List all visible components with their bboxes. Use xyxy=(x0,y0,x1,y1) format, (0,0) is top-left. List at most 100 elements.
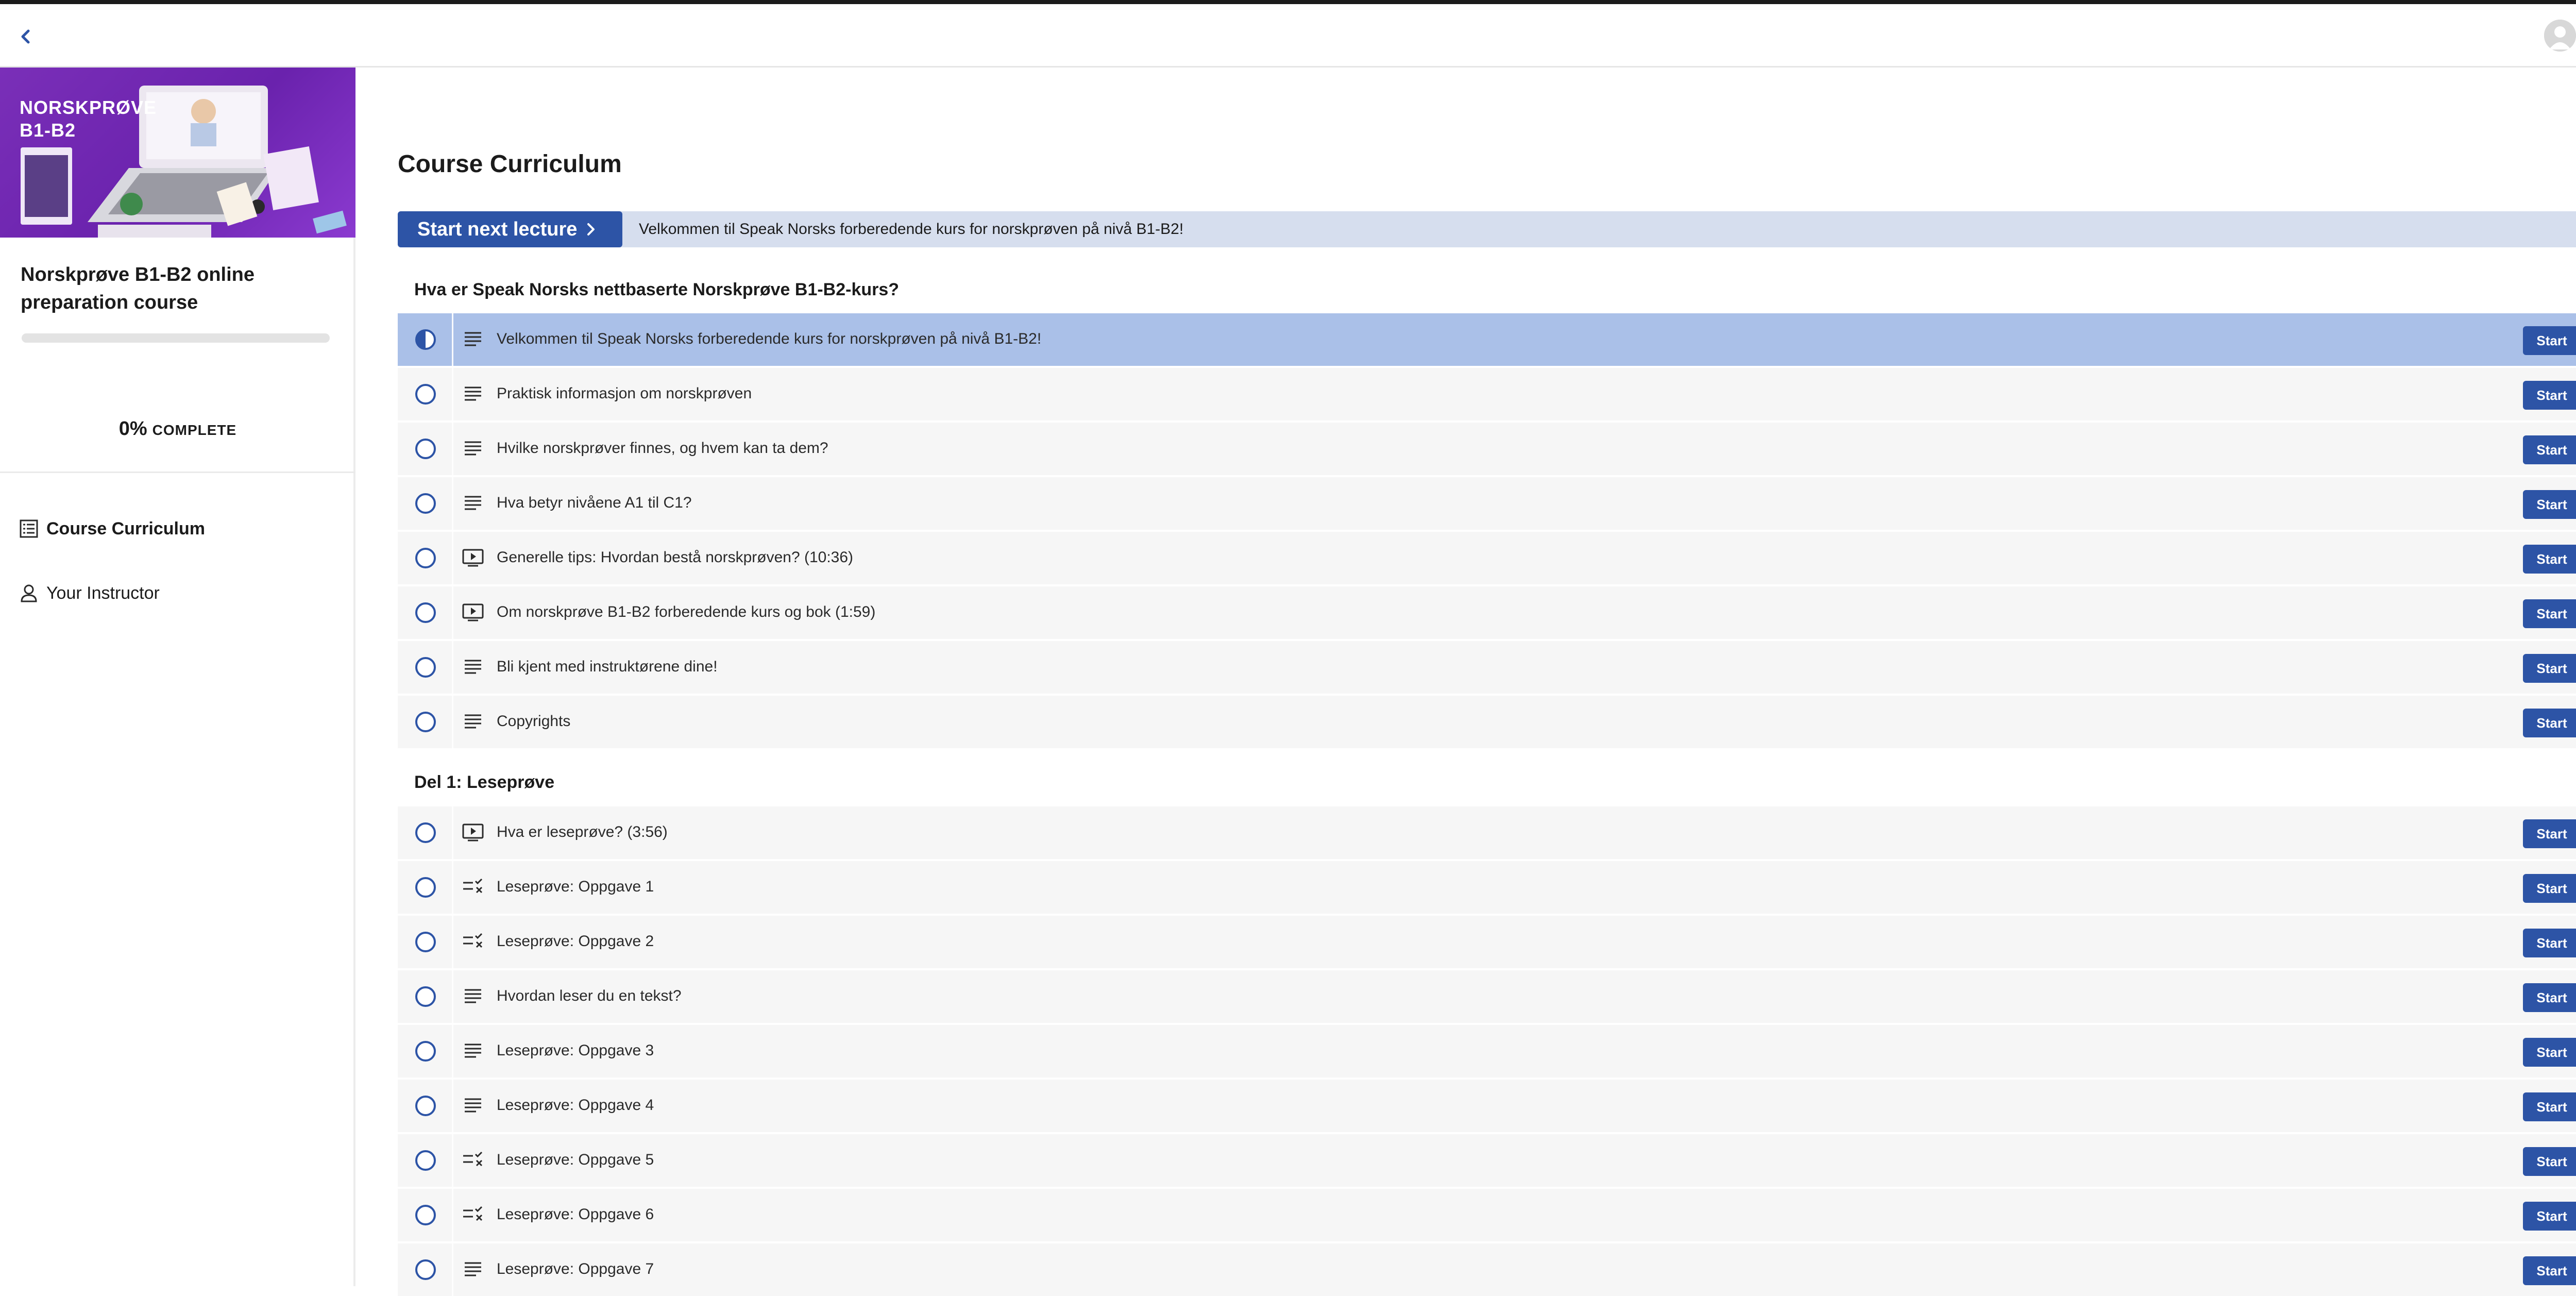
lecture-title: Leseprøve: Oppgave 3 xyxy=(497,1042,654,1059)
lecture-row[interactable]: Leseprøve: Oppgave 6 Start xyxy=(398,1189,2576,1241)
lecture-title: Om norskprøve B1-B2 forberedende kurs og… xyxy=(497,603,876,620)
row-separator xyxy=(452,1243,453,1296)
row-separator xyxy=(452,313,453,366)
lecture-title: Hvordan leser du en tekst? xyxy=(497,987,682,1004)
lecture-row[interactable]: Velkommen til Speak Norsks forberedende … xyxy=(398,313,2576,366)
status-not-started-icon xyxy=(415,439,436,459)
row-separator xyxy=(452,970,453,1023)
lecture-title: Copyrights xyxy=(497,713,571,730)
lecture-row[interactable]: Leseprøve: Oppgave 3 Start xyxy=(398,1025,2576,1078)
lecture-row[interactable]: Praktisk informasjon om norskprøven Start xyxy=(398,368,2576,420)
text-lecture-icon xyxy=(465,989,481,1003)
row-separator xyxy=(452,1080,453,1132)
lecture-title: Leseprøve: Oppgave 1 xyxy=(497,878,654,895)
status-not-started-icon xyxy=(415,1041,436,1062)
status-not-started-icon xyxy=(415,822,436,843)
lecture-row[interactable]: Leseprøve: Oppgave 5 Start xyxy=(398,1134,2576,1187)
sidebar-item-your-instructor[interactable]: Your Instructor xyxy=(19,578,160,609)
row-separator xyxy=(452,586,453,639)
lecture-title: Leseprøve: Oppgave 4 xyxy=(497,1097,654,1114)
top-stripe xyxy=(0,0,2576,4)
lecture-row[interactable]: Hvordan leser du en tekst? Start xyxy=(398,970,2576,1023)
quiz-icon xyxy=(463,1206,483,1221)
row-separator xyxy=(452,532,453,584)
quiz-icon xyxy=(463,1151,483,1167)
start-button[interactable]: Start xyxy=(2523,1256,2576,1285)
row-separator xyxy=(452,1189,453,1241)
row-separator xyxy=(452,368,453,420)
user-avatar[interactable] xyxy=(2544,20,2576,52)
lecture-title: Leseprøve: Oppgave 7 xyxy=(497,1260,654,1277)
status-not-started-icon xyxy=(415,1205,436,1225)
chevron-left-icon xyxy=(21,29,30,44)
section-title: Del 1: Leseprøve xyxy=(414,772,555,792)
start-button[interactable]: Start xyxy=(2523,1147,2576,1176)
lecture-title: Leseprøve: Oppgave 2 xyxy=(497,933,654,950)
course-title: Norskprøve B1-B2 online preparation cour… xyxy=(21,264,255,313)
start-next-lecture-label: Start next lecture xyxy=(417,218,578,240)
status-not-started-icon xyxy=(415,712,436,732)
course-banner-image: NORSKPRØVE B1-B2 xyxy=(0,68,355,238)
start-button[interactable]: Start xyxy=(2523,599,2576,628)
start-button[interactable]: Start xyxy=(2523,381,2576,410)
start-button[interactable]: Start xyxy=(2523,490,2576,519)
status-in-progress-icon xyxy=(415,329,436,350)
start-button[interactable]: Start xyxy=(2523,1092,2576,1121)
start-button[interactable]: Start xyxy=(2523,1038,2576,1067)
start-button[interactable]: Start xyxy=(2523,545,2576,574)
curriculum-list-icon xyxy=(20,519,38,538)
text-lecture-icon xyxy=(465,660,481,674)
lecture-row[interactable]: Om norskprøve B1-B2 forberedende kurs og… xyxy=(398,586,2576,639)
quiz-icon xyxy=(463,933,483,948)
lecture-row[interactable]: Copyrights Start xyxy=(398,696,2576,748)
status-not-started-icon xyxy=(415,493,436,514)
lecture-row[interactable]: Hva er leseprøve? (3:56) Start xyxy=(398,806,2576,859)
video-icon xyxy=(462,823,484,841)
lecture-row[interactable]: Leseprøve: Oppgave 2 Start xyxy=(398,916,2576,968)
start-button[interactable]: Start xyxy=(2523,819,2576,848)
sidebar-item-label: Your Instructor xyxy=(46,583,160,603)
lecture-title: Leseprøve: Oppgave 5 xyxy=(497,1151,654,1168)
next-lecture-bar: Start next lecture Velkommen til Speak N… xyxy=(398,211,2576,247)
start-button[interactable]: Start xyxy=(2523,326,2576,355)
lecture-row[interactable]: Leseprøve: Oppgave 7 Start xyxy=(398,1243,2576,1296)
sidebar-item-course-curriculum[interactable]: Course Curriculum xyxy=(19,513,205,544)
start-button[interactable]: Start xyxy=(2523,654,2576,683)
start-button[interactable]: Start xyxy=(2523,709,2576,737)
start-button[interactable]: Start xyxy=(2523,435,2576,464)
back-button[interactable] xyxy=(15,24,36,49)
status-not-started-icon xyxy=(415,1259,436,1280)
text-lecture-icon xyxy=(465,1262,481,1276)
start-next-lecture-button[interactable]: Start next lecture xyxy=(398,211,622,247)
start-button[interactable]: Start xyxy=(2523,874,2576,903)
lecture-row[interactable]: Bli kjent med instruktørene dine! Start xyxy=(398,641,2576,694)
text-lecture-icon xyxy=(465,1043,481,1058)
lecture-row[interactable]: Hvilke norskprøver finnes, og hvem kan t… xyxy=(398,423,2576,475)
row-separator xyxy=(452,423,453,475)
lecture-row[interactable]: Hva betyr nivåene A1 til C1? Start xyxy=(398,477,2576,530)
banner-illustration xyxy=(21,86,347,238)
lecture-row[interactable]: Leseprøve: Oppgave 1 Start xyxy=(398,861,2576,914)
lecture-row[interactable]: Generelle tips: Hvordan bestå norskprøve… xyxy=(398,532,2576,584)
row-separator xyxy=(452,806,453,859)
text-lecture-icon xyxy=(465,386,481,401)
video-icon xyxy=(462,603,484,621)
lecture-title: Velkommen til Speak Norsks forberedende … xyxy=(497,330,1042,347)
status-not-started-icon xyxy=(415,1150,436,1171)
status-not-started-icon xyxy=(415,1096,436,1116)
status-not-started-icon xyxy=(415,602,436,623)
start-button[interactable]: Start xyxy=(2523,1202,2576,1231)
row-separator xyxy=(452,1025,453,1078)
start-button[interactable]: Start xyxy=(2523,983,2576,1012)
section-title: Hva er Speak Norsks nettbaserte Norskprø… xyxy=(414,280,900,299)
text-lecture-icon xyxy=(465,1098,481,1113)
start-button[interactable]: Start xyxy=(2523,929,2576,957)
lecture-row[interactable]: Leseprøve: Oppgave 4 Start xyxy=(398,1080,2576,1132)
row-separator xyxy=(452,1134,453,1187)
text-lecture-icon xyxy=(465,441,481,456)
lecture-title: Hva betyr nivåene A1 til C1? xyxy=(497,494,692,511)
chevron-right-icon xyxy=(587,223,595,235)
text-lecture-icon xyxy=(465,714,481,729)
status-not-started-icon xyxy=(415,932,436,952)
lecture-title: Bli kjent med instruktørene dine! xyxy=(497,658,718,675)
